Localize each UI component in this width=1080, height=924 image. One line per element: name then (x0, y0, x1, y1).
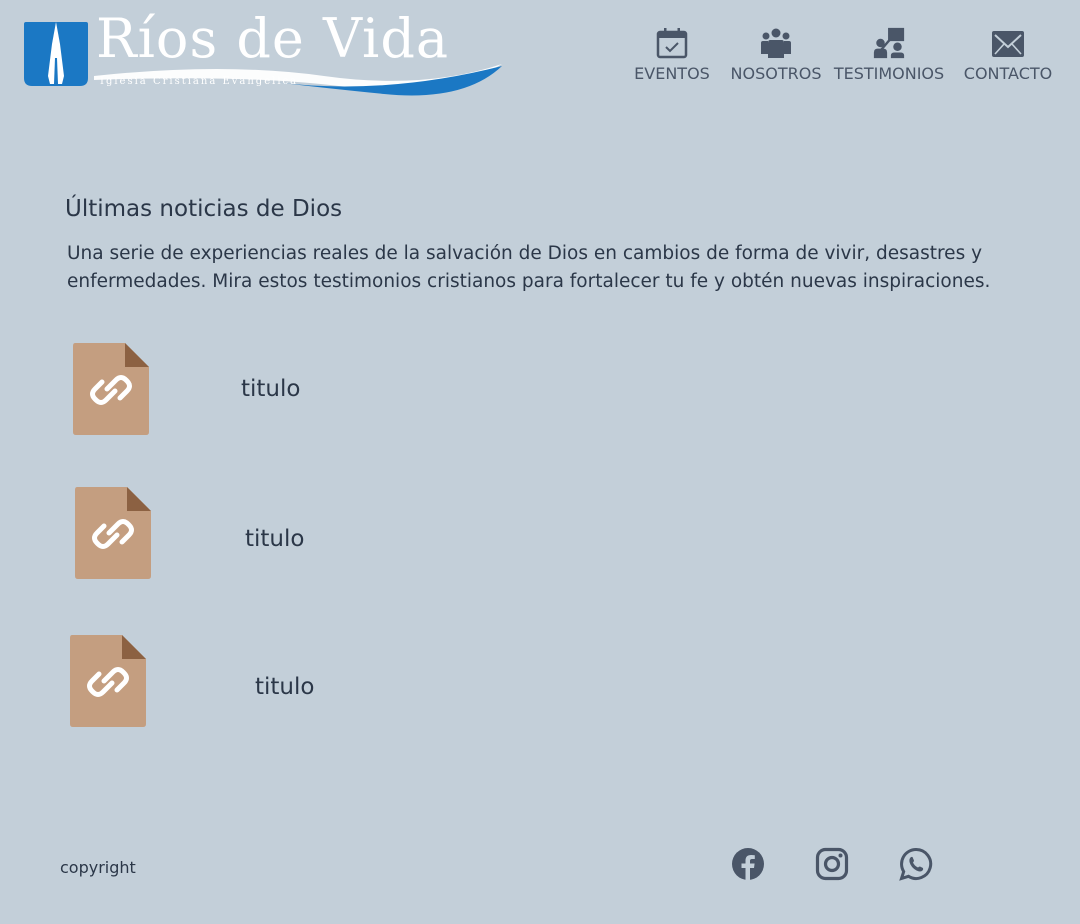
nav-contacto-label: CONTACTO (963, 64, 1053, 83)
envelope-icon (992, 31, 1024, 57)
people-group-icon (761, 28, 791, 58)
nav-eventos[interactable]: EVENTOS (628, 26, 716, 83)
nav-eventos-label: EVENTOS (634, 64, 710, 83)
logo-subtitle: Iglesia Cristiana Evangelica (100, 76, 299, 87)
logo-title: Ríos de Vida (96, 7, 450, 70)
whatsapp-icon[interactable] (899, 847, 933, 881)
speaker-icon (873, 27, 905, 59)
link-document-icon[interactable] (73, 343, 149, 435)
item-title[interactable]: titulo (255, 674, 314, 700)
nav-nosotros[interactable]: NOSOTROS (728, 26, 824, 83)
section-description: Una serie de experiencias reales de la s… (67, 243, 991, 292)
calendar-check-icon (656, 28, 688, 59)
nav-testimonios[interactable]: TESTIMONIOS (830, 26, 948, 83)
link-document-icon[interactable] (70, 635, 146, 727)
nav-contacto[interactable]: CONTACTO (960, 26, 1056, 83)
instagram-icon[interactable] (815, 847, 849, 881)
item-title[interactable]: titulo (241, 376, 300, 402)
nav-testimonios-label: TESTIMONIOS (833, 64, 945, 83)
link-document-icon[interactable] (75, 487, 151, 579)
section-heading: Últimas noticias de Dios (65, 196, 343, 222)
nav-nosotros-label: NOSOTROS (730, 64, 822, 83)
logo[interactable]: Ríos de Vida Iglesia Cristiana Evangelic… (24, 12, 508, 102)
copyright-text: copyright (60, 858, 136, 877)
facebook-icon[interactable] (731, 847, 765, 881)
item-title[interactable]: titulo (245, 526, 304, 552)
